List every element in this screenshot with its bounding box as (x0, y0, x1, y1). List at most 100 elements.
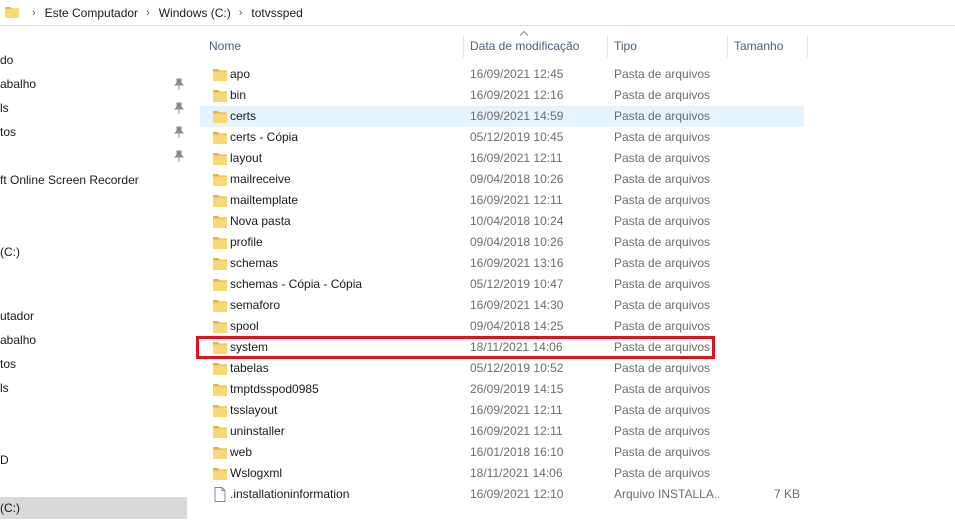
file-row-mailtemplate[interactable]: mailtemplate 16/09/2021 12:11 Pasta de arq… (200, 190, 804, 211)
nav-item[interactable]: D (0, 449, 187, 471)
file-date: 05/12/2019 10:52 (470, 361, 564, 375)
file-row-tsslayout[interactable]: tsslayout 16/09/2021 12:11 Pasta de arquiv… (200, 400, 804, 421)
column-divider[interactable] (807, 36, 808, 58)
file-row-layout[interactable]: layout 16/09/2021 12:11 Pasta de arquivos (200, 148, 804, 169)
file-row-schemas[interactable]: schemas 16/09/2021 13:16 Pasta de arquivos (200, 253, 804, 274)
file-row-uninstaller[interactable]: uninstaller 16/09/2021 12:11 Pasta de arqu… (200, 421, 804, 442)
column-header-name[interactable]: Nome (209, 38, 241, 60)
file-name: mailreceive (230, 172, 291, 186)
file-name: semaforo (230, 298, 281, 312)
file-row-certs-c-pia[interactable]: certs - Cópia 05/12/2019 10:45 Pasta de ar… (200, 127, 804, 148)
address-bar[interactable]: › Este Computador › Windows (C:) › totvs… (0, 0, 955, 26)
file-row-spool[interactable]: spool 09/04/2018 14:25 Pasta de arquivos (200, 316, 804, 337)
file-row-schemas-c-pia-c-pia[interactable]: schemas - Cópia - Cópia 05/12/2019 10:47 P… (200, 274, 804, 295)
nav-item[interactable]: ls (0, 97, 187, 119)
file-name: layout (230, 151, 263, 165)
nav-item[interactable]: tos (0, 121, 187, 143)
file-name: certs - Cópia (230, 130, 299, 144)
file-date: 10/04/2018 10:24 (470, 214, 564, 228)
folder-icon (212, 67, 228, 82)
file-type: Pasta de arquivos (614, 172, 711, 186)
column-divider[interactable] (463, 36, 464, 58)
nav-item-label: utador (0, 309, 35, 323)
file-type: Pasta de arquivos (614, 88, 711, 102)
file-size (730, 379, 800, 400)
file-row-mailreceive[interactable]: mailreceive 09/04/2018 10:26 Pasta de arqu… (200, 169, 804, 190)
file-date: 16/09/2021 12:11 (470, 151, 563, 165)
column-header-size[interactable]: Tamanho (734, 38, 783, 60)
column-header-date[interactable]: Data de modificação (470, 38, 579, 60)
file-row-tmptdsspod0985[interactable]: tmptdsspod0985 26/09/2019 14:15 Pasta de a… (200, 379, 804, 400)
file-type: Pasta de arquivos (614, 193, 711, 207)
pin-icon[interactable] (174, 150, 184, 162)
file-name: web (230, 445, 253, 459)
nav-item[interactable]: utador (0, 305, 187, 327)
folder-icon (212, 256, 228, 271)
file-type: Pasta de arquivos (614, 361, 711, 375)
chevron-right-icon[interactable]: › (146, 7, 150, 19)
folder-icon (212, 109, 228, 124)
file-row-nova-pasta[interactable]: Nova pasta 10/04/2018 10:24 Pasta de arqui… (200, 211, 804, 232)
file-date: 18/11/2021 14:06 (470, 466, 563, 480)
column-divider[interactable] (727, 36, 728, 58)
file-size (730, 358, 800, 379)
file-row-apo[interactable]: apo 16/09/2021 12:45 Pasta de arquivos (200, 64, 804, 85)
column-header-type[interactable]: Tipo (614, 38, 637, 60)
folder-icon (212, 235, 228, 250)
file-name: Nova pasta (230, 214, 291, 228)
folder-icon (5, 7, 19, 18)
file-type: Pasta de arquivos (614, 424, 711, 438)
file-date: 26/09/2019 14:15 (470, 382, 564, 396)
file-name: tsslayout (230, 403, 278, 417)
chevron-right-icon[interactable]: › (239, 7, 243, 19)
file-type: Pasta de arquivos (614, 382, 711, 396)
file-row-semaforo[interactable]: semaforo 16/09/2021 14:30 Pasta de arquivo… (200, 295, 804, 316)
nav-item[interactable] (0, 145, 187, 167)
file-type: Pasta de arquivos (614, 403, 711, 417)
file-row-web[interactable]: web 16/01/2018 16:10 Pasta de arquivos (200, 442, 804, 463)
file-row-wslogxml[interactable]: Wslogxml 18/11/2021 14:06 Pasta de arquivo… (200, 463, 804, 484)
pin-icon[interactable] (174, 126, 184, 138)
nav-item-label: tos (0, 125, 17, 139)
file-type: Pasta de arquivos (614, 109, 711, 123)
file-row-installationinformation[interactable]: .installationinformation 16/09/2021 12:10… (200, 484, 804, 505)
nav-item[interactable]: ft Online Screen Recorder (0, 169, 187, 191)
file-type: Pasta de arquivos (614, 214, 711, 228)
nav-item[interactable]: (C:) (0, 241, 187, 263)
file-type: Pasta de arquivos (614, 466, 711, 480)
file-row-tabelas[interactable]: tabelas 05/12/2019 10:52 Pasta de arquivos (200, 358, 804, 379)
column-divider[interactable] (607, 36, 608, 58)
file-date: 16/09/2021 12:11 (470, 193, 563, 207)
nav-item[interactable]: ls (0, 377, 187, 399)
folder-icon (212, 298, 228, 313)
file-size (730, 169, 800, 190)
nav-item[interactable]: do (0, 49, 187, 71)
pin-icon[interactable] (174, 78, 184, 90)
folder-icon (212, 151, 228, 166)
file-date: 16/09/2021 14:30 (470, 298, 564, 312)
file-row-certs[interactable]: certs 16/09/2021 14:59 Pasta de arquivos (200, 106, 804, 127)
file-row-bin[interactable]: bin 16/09/2021 12:16 Pasta de arquivos (200, 85, 804, 106)
file-date: 16/09/2021 12:10 (470, 487, 564, 501)
nav-item[interactable]: abalho (0, 73, 187, 95)
chevron-right-icon[interactable]: › (32, 7, 36, 19)
file-size (730, 148, 800, 169)
file-size (730, 400, 800, 421)
file-date: 16/01/2018 16:10 (470, 445, 564, 459)
nav-item[interactable]: tos (0, 353, 187, 375)
file-row-profile[interactable]: profile 09/04/2018 10:26 Pasta de arquivos (200, 232, 804, 253)
file-name: profile (230, 235, 263, 249)
file-name: apo (230, 67, 251, 81)
breadcrumb-windows-c[interactable]: Windows (C:) (159, 6, 231, 20)
file-name: .installationinformation (230, 487, 350, 501)
file-name: certs (230, 109, 257, 123)
breadcrumb-totvssped[interactable]: totvssped (251, 6, 302, 20)
file-size (730, 295, 800, 316)
nav-item-label: tos (0, 357, 17, 371)
nav-item-selected[interactable]: (C:) (0, 497, 187, 519)
pin-icon[interactable] (174, 102, 184, 114)
breadcrumb-este-computador[interactable]: Este Computador (45, 6, 138, 20)
nav-item[interactable]: abalho (0, 329, 187, 351)
file-size (730, 442, 800, 463)
file-size (730, 463, 800, 484)
